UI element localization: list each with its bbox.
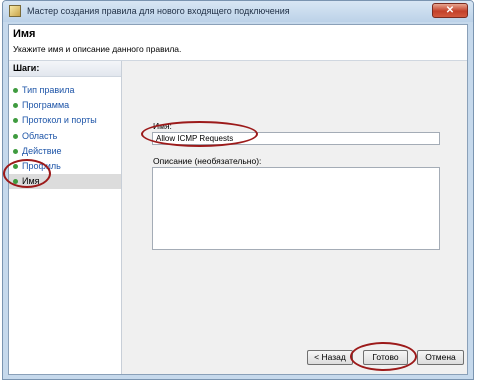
back-button[interactable]: < Назад xyxy=(307,350,353,365)
page-subtitle: Укажите имя и описание данного правила. xyxy=(13,44,182,54)
annotation-ring-step xyxy=(3,159,51,188)
steps-heading: Шаги: xyxy=(9,61,121,77)
step-status-icon xyxy=(13,88,18,93)
step-status-icon xyxy=(13,118,18,124)
window-title: Мастер создания правила для нового входя… xyxy=(27,6,290,16)
page-header: Имя Укажите имя и описание данного прави… xyxy=(9,25,467,61)
description-textarea[interactable] xyxy=(152,167,440,250)
page-title: Имя xyxy=(13,28,36,40)
step-label: Программа xyxy=(22,100,70,111)
step-label: Тип правила xyxy=(22,85,75,95)
form-panel: Имя: Allow ICMP Requests Описание (необя… xyxy=(122,61,467,374)
annotation-ring-finish xyxy=(350,342,417,371)
step-status-icon xyxy=(13,148,18,154)
steps-sidebar: Шаги: Тип правила Программа Протокол и п… xyxy=(9,61,121,374)
step-label: Протокол и порты xyxy=(22,115,97,126)
step-rule-type[interactable]: Тип правила xyxy=(9,83,121,98)
step-program[interactable]: Программа xyxy=(9,98,121,113)
step-label: Область xyxy=(22,130,58,141)
cancel-button[interactable]: Отмена xyxy=(417,350,464,365)
annotation-ring-name xyxy=(141,121,258,147)
step-status-icon xyxy=(13,133,18,139)
wizard-app-icon xyxy=(9,5,21,17)
close-icon: ✕ xyxy=(445,5,455,16)
step-scope[interactable]: Область xyxy=(9,129,121,144)
step-status-icon xyxy=(13,103,18,109)
step-action[interactable]: Действие xyxy=(9,144,121,159)
title-bar: Мастер создания правила для нового входя… xyxy=(3,1,473,22)
step-protocol-ports[interactable]: Протокол и порты xyxy=(9,113,121,128)
description-label: Описание (необязательно): xyxy=(153,156,262,166)
step-label: Действие xyxy=(22,145,62,156)
wizard-client-area: Имя Укажите имя и описание данного прави… xyxy=(8,24,468,375)
wizard-window: Мастер создания правила для нового входя… xyxy=(2,0,474,380)
close-button[interactable]: ✕ xyxy=(432,3,468,18)
